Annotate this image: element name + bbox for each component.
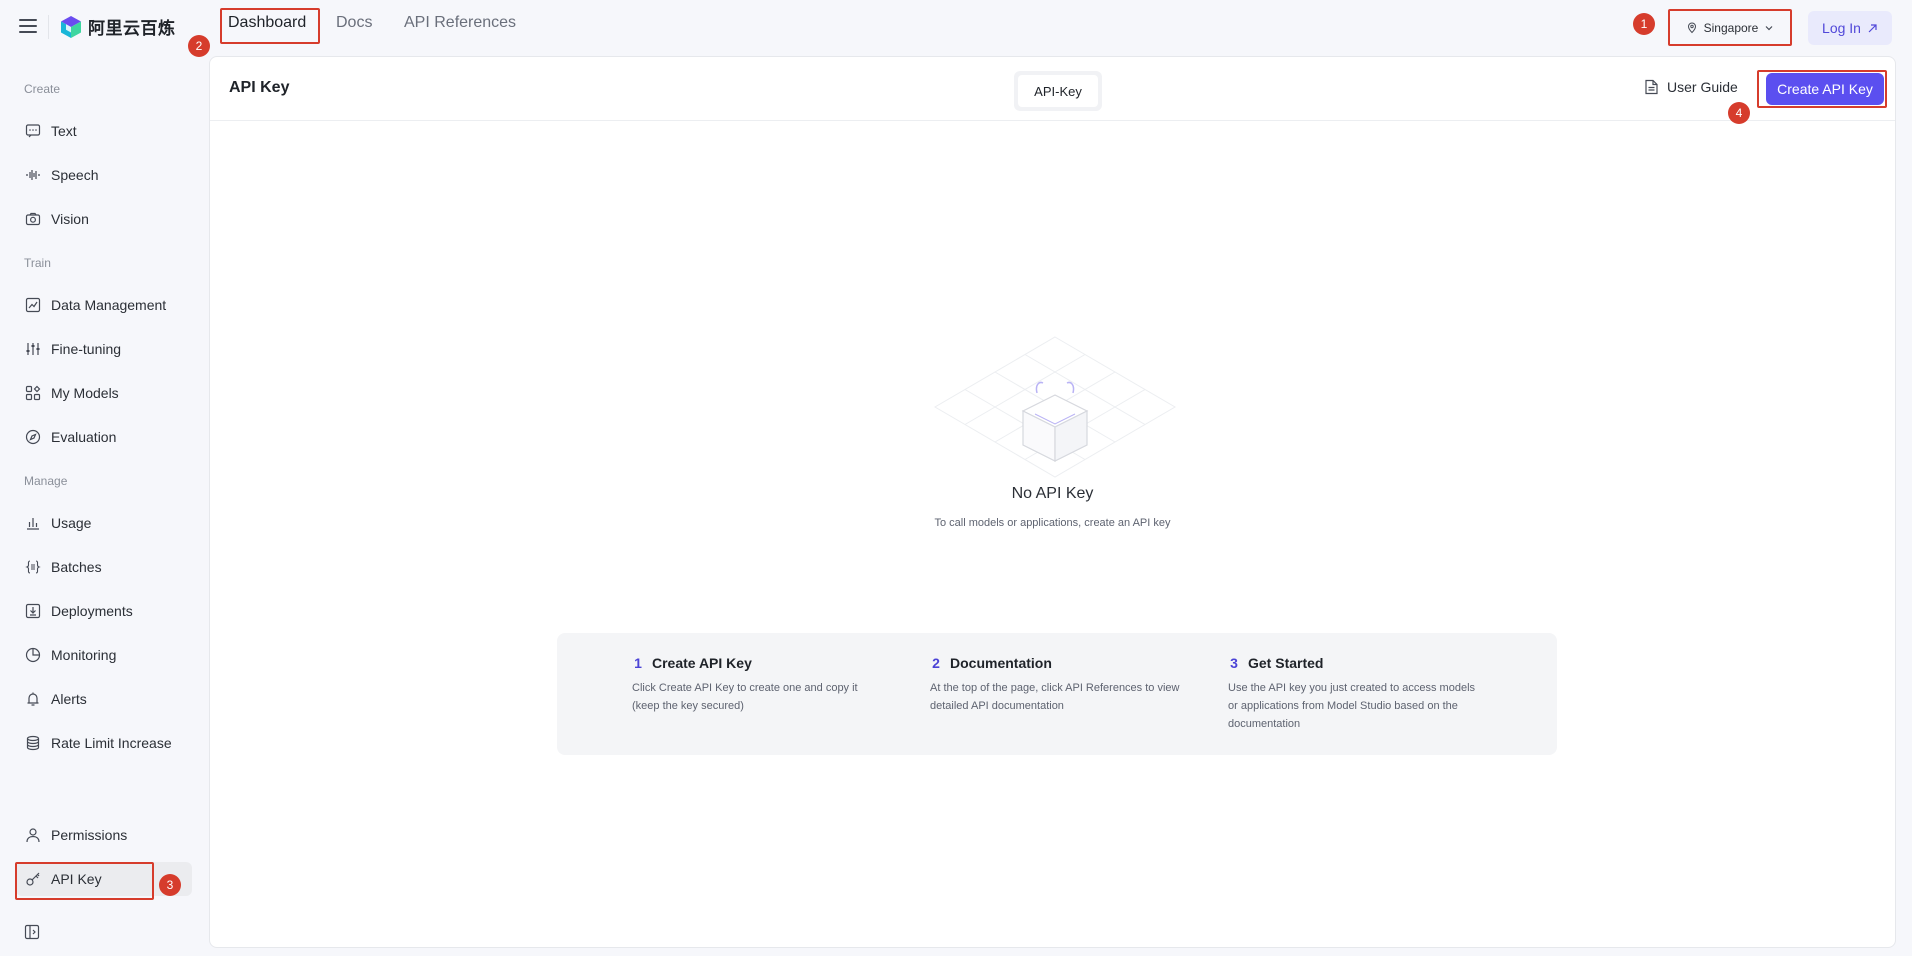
sidebar-item-label: Alerts xyxy=(51,691,87,707)
sliders-icon xyxy=(26,343,40,355)
sidebar-item-label: Text xyxy=(51,123,77,139)
page-title: API Key xyxy=(229,79,290,96)
step-item: 1 Create API Key Click Create API Key to … xyxy=(632,655,882,715)
create-api-key-button[interactable]: Create API Key xyxy=(1766,73,1884,105)
logo-icon xyxy=(61,15,81,38)
sidebar-item-label: Permissions xyxy=(51,827,128,843)
getting-started-steps: 1 Create API Key Click Create API Key to … xyxy=(557,633,1557,755)
sidebar-item-deployments[interactable]: Deployments xyxy=(16,594,192,628)
sidebar-item-label: API Key xyxy=(51,871,102,887)
step-description: Use the API key you just created to acce… xyxy=(1228,682,1476,730)
braces-icon xyxy=(25,560,41,574)
sidebar-item-fine-tuning[interactable]: Fine-tuning xyxy=(16,332,192,366)
empty-state-description: To call models or applications, create a… xyxy=(934,517,1171,529)
sidebar-item-text[interactable]: Text xyxy=(16,114,192,148)
tab-api-references[interactable]: API References xyxy=(404,14,516,32)
chat-icon xyxy=(25,124,41,138)
document-icon xyxy=(1645,79,1658,95)
login-label: Log In xyxy=(1822,20,1861,36)
divider xyxy=(48,15,49,39)
step-number: 2 xyxy=(932,655,940,671)
key-icon xyxy=(26,872,40,886)
user-icon xyxy=(26,828,40,843)
section-label-create: Create xyxy=(24,82,61,96)
bell-icon xyxy=(27,692,39,706)
tab-docs[interactable]: Docs xyxy=(336,14,372,32)
camera-icon xyxy=(25,212,41,226)
annotation-badge-3: 3 xyxy=(159,874,181,896)
login-button[interactable]: Log In xyxy=(1808,11,1892,45)
step-item: 3 Get Started Use the API key you just cr… xyxy=(1228,655,1478,733)
sidebar-item-label: Usage xyxy=(51,515,92,531)
step-number: 3 xyxy=(1230,655,1238,671)
region-label: Singapore xyxy=(1703,21,1759,35)
sidebar-item-usage[interactable]: Usage xyxy=(16,506,192,540)
step-description: Click Create API Key to create one and c… xyxy=(632,682,858,712)
section-label-manage: Manage xyxy=(24,474,68,488)
step-item: 2 Documentation At the top of the page, c… xyxy=(930,655,1180,715)
segment-api-key[interactable]: API-Key xyxy=(1018,75,1098,107)
grid-icon xyxy=(25,385,41,401)
section-label-train: Train xyxy=(24,256,51,270)
annotation-badge-2: 2 xyxy=(188,35,210,57)
sidebar-item-data-management[interactable]: Data Management xyxy=(16,288,192,322)
sidebar-item-batches[interactable]: Batches xyxy=(16,550,192,584)
step-title: Get Started xyxy=(1248,655,1324,671)
annotation-badge-1: 1 xyxy=(1633,13,1655,35)
step-description: At the top of the page, click API Refere… xyxy=(930,682,1180,712)
sidebar-item-rate-limit-increase[interactable]: Rate Limit Increase xyxy=(16,726,192,760)
user-guide-label: User Guide xyxy=(1667,79,1738,95)
logo-text: 阿里云百炼 xyxy=(88,19,176,38)
sidebar-item-label: Vision xyxy=(51,211,89,227)
sidebar-item-label: Rate Limit Increase xyxy=(51,735,172,751)
region-selector[interactable]: Singapore xyxy=(1672,12,1788,44)
sidebar-item-label: Fine-tuning xyxy=(51,341,122,357)
sidebar: Create Text Speech Vision Train Data Man… xyxy=(0,56,208,956)
sidebar-item-label: Monitoring xyxy=(51,647,117,663)
external-arrow-icon xyxy=(1868,23,1877,32)
empty-state-title: No API Key xyxy=(1011,485,1094,502)
sidebar-item-vision[interactable]: Vision xyxy=(16,202,192,236)
sidebar-item-label: My Models xyxy=(51,385,119,401)
waveform-icon xyxy=(26,170,40,180)
tab-dashboard[interactable]: Dashboard xyxy=(228,14,306,32)
location-icon xyxy=(1687,22,1696,34)
sidebar-item-monitoring[interactable]: Monitoring xyxy=(16,638,192,672)
bar-chart-icon xyxy=(27,518,39,530)
main-panel: API Key API-Key User Guide Create API Ke… xyxy=(209,56,1896,948)
download-box-icon xyxy=(25,603,41,619)
database-icon xyxy=(26,735,40,751)
step-title: Documentation xyxy=(950,655,1052,671)
segmented-control: API-Key xyxy=(1014,71,1102,111)
pie-icon xyxy=(25,647,41,663)
top-bar: 阿里云百炼 Dashboard Docs API References Sing… xyxy=(0,0,1912,56)
sidebar-item-label: Deployments xyxy=(51,603,133,619)
sidebar-item-label: Evaluation xyxy=(51,429,117,445)
sidebar-item-label: Speech xyxy=(51,167,99,183)
step-number: 1 xyxy=(634,655,642,671)
sidebar-item-label: Batches xyxy=(51,559,102,575)
sidebar-item-evaluation[interactable]: Evaluation xyxy=(16,420,192,454)
sidebar-item-permissions[interactable]: Permissions xyxy=(16,818,192,852)
collapse-sidebar-icon[interactable] xyxy=(24,924,40,940)
sidebar-item-my-models[interactable]: My Models xyxy=(16,376,192,410)
annotation-badge-4: 4 xyxy=(1728,102,1750,124)
chart-icon xyxy=(25,297,41,313)
panel-header: API Key API-Key User Guide Create API Ke… xyxy=(210,57,1895,121)
sidebar-item-speech[interactable]: Speech xyxy=(16,158,192,192)
menu-icon[interactable] xyxy=(19,19,37,35)
compass-icon xyxy=(25,429,41,445)
logo[interactable]: 阿里云百炼 xyxy=(60,14,176,39)
step-title: Create API Key xyxy=(652,655,752,671)
chevron-down-icon xyxy=(1765,26,1773,31)
sidebar-item-label: Data Management xyxy=(51,297,167,313)
user-guide-link[interactable]: User Guide xyxy=(1644,79,1738,95)
sidebar-item-alerts[interactable]: Alerts xyxy=(16,682,192,716)
